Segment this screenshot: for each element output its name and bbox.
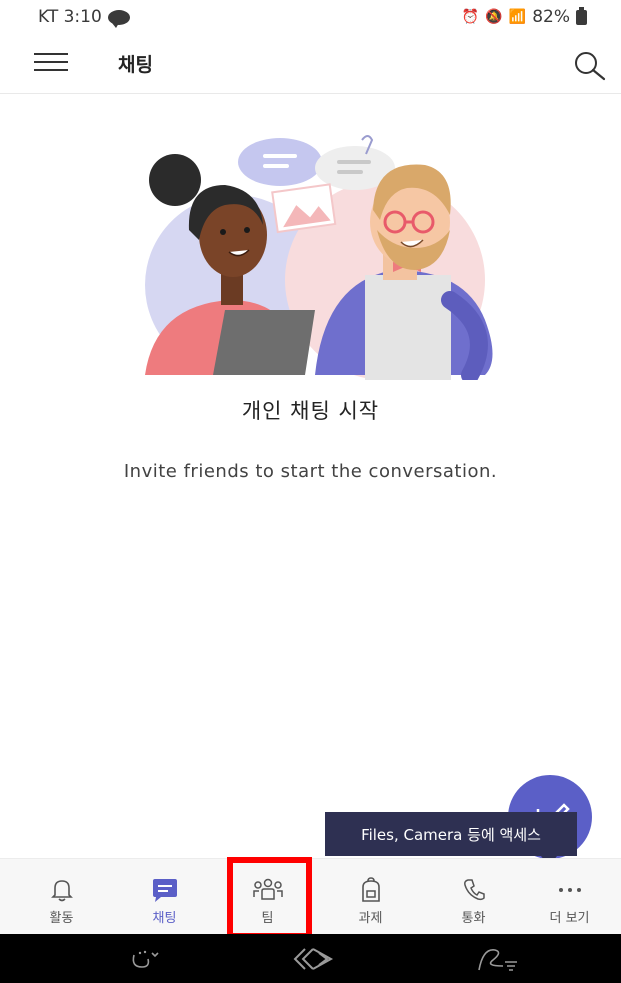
app-bar: 채팅	[0, 34, 621, 94]
empty-state-subtitle: Invite friends to start the conversation…	[123, 461, 498, 482]
tab-calls[interactable]: 통화	[422, 859, 525, 935]
nav-gesture-left-icon[interactable]	[120, 934, 170, 983]
phone-icon	[463, 879, 485, 901]
tab-activity[interactable]: 활동	[10, 859, 113, 935]
battery-percent: 82%	[532, 7, 570, 27]
kakaotalk-icon	[107, 9, 130, 28]
tab-assignments[interactable]: 과제	[319, 859, 422, 935]
menu-icon[interactable]	[34, 50, 68, 74]
empty-state-title: 개인 채팅 시작	[241, 399, 380, 423]
chat-icon	[152, 879, 177, 902]
page-title: 채팅	[118, 54, 153, 76]
search-icon[interactable]	[570, 48, 610, 82]
tab-activity-label: 활동	[49, 911, 74, 926]
more-icon	[558, 888, 581, 892]
bell-icon	[50, 880, 73, 902]
nav-gesture-right-icon[interactable]	[468, 934, 528, 983]
nav-gesture-center-icon[interactable]	[288, 934, 338, 983]
tooltip-text: Files, Camera 등에 액세스	[361, 825, 541, 844]
tab-teams-label: 팀	[261, 911, 274, 926]
tab-chat-label: 채팅	[152, 911, 177, 926]
empty-state-illustration	[125, 130, 525, 384]
tab-chat[interactable]: 채팅	[113, 859, 216, 935]
system-nav-bar	[0, 934, 621, 983]
status-bar: KT 3:10 ⏰ 🔕 📶 82%	[0, 0, 621, 34]
bottom-tab-bar: 활동 채팅 팀 과제 통화 더 보기	[0, 858, 621, 934]
wifi-icon: 📶	[508, 9, 527, 25]
tab-more[interactable]: 더 보기	[518, 859, 621, 935]
tab-calls-label: 통화	[461, 911, 486, 926]
tab-teams[interactable]: 팀	[216, 859, 319, 935]
backpack-icon	[361, 877, 380, 902]
tab-assignments-label: 과제	[358, 911, 383, 926]
teams-icon	[252, 878, 283, 900]
tab-more-label: 더 보기	[549, 911, 590, 926]
mute-icon: 🔕	[485, 9, 503, 25]
battery-icon	[576, 6, 587, 25]
status-left: KT 3:10	[38, 7, 130, 28]
carrier-time: KT 3:10	[38, 7, 102, 27]
access-tooltip: Files, Camera 등에 액세스	[325, 812, 577, 866]
alarm-icon: ⏰	[461, 9, 480, 25]
status-right: ⏰ 🔕 📶 82%	[461, 6, 587, 27]
